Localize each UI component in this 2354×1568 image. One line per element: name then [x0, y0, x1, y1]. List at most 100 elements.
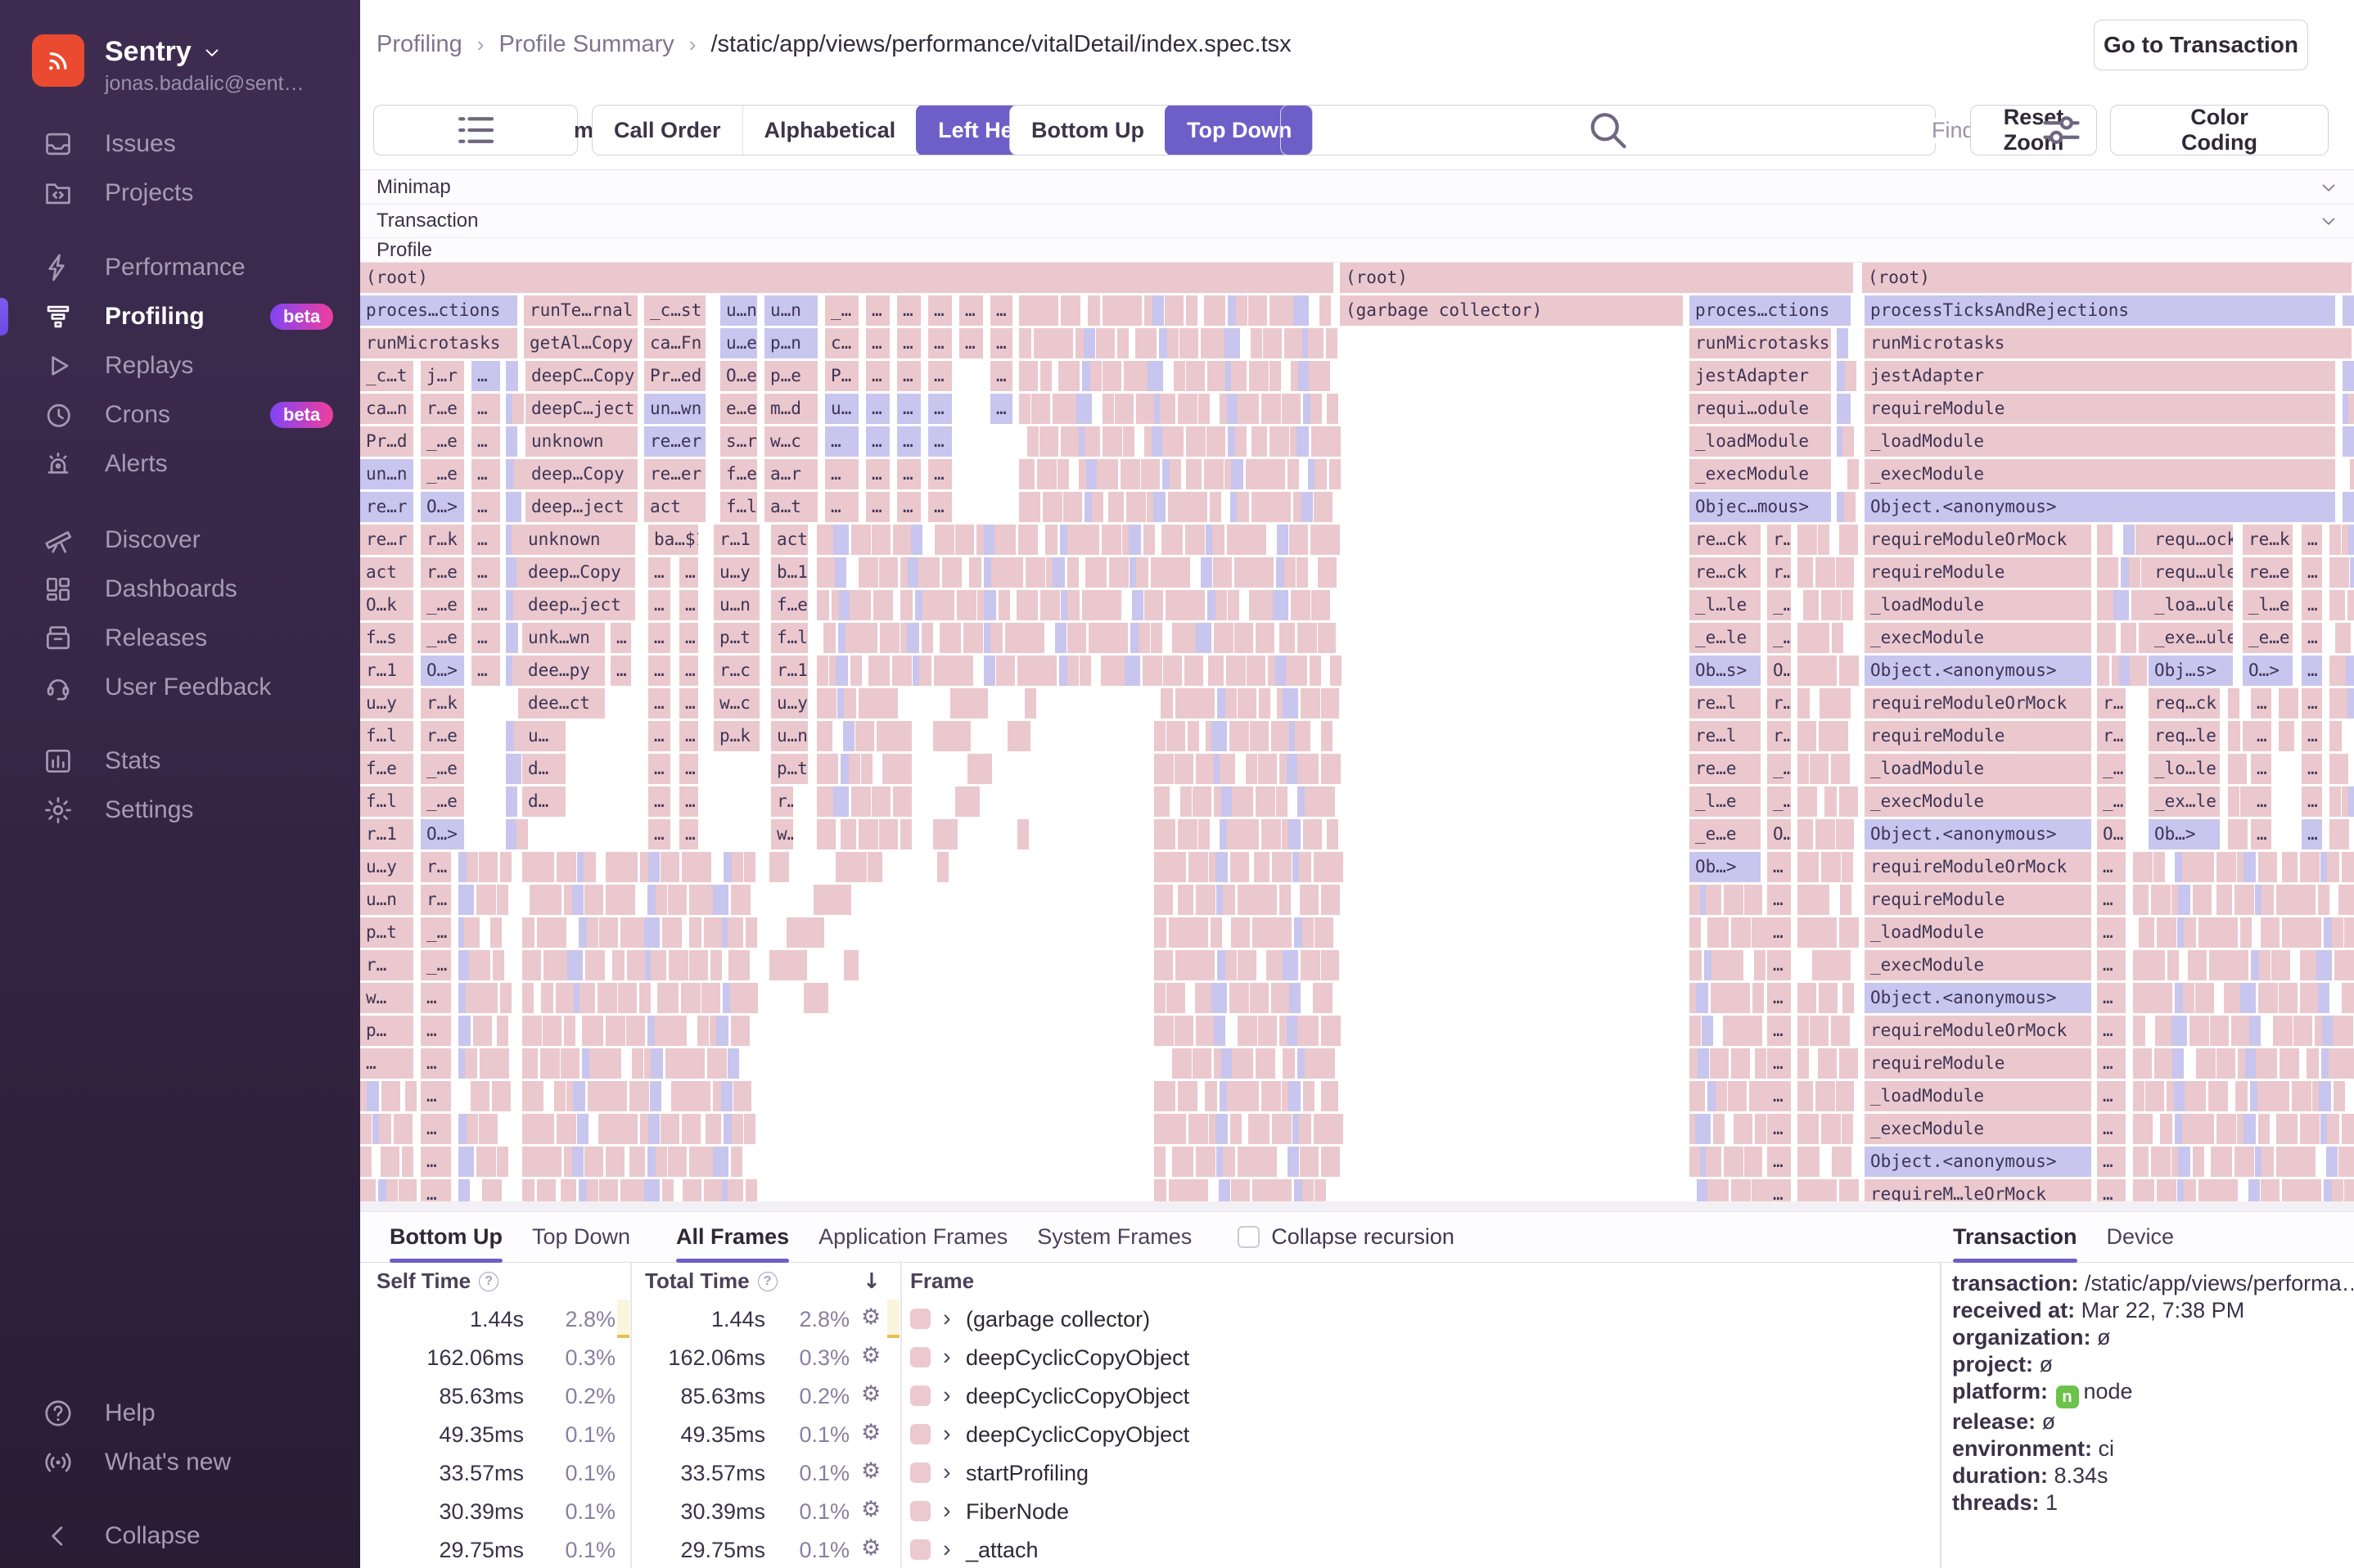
table-row[interactable]: 49.35ms0.1%49.35ms0.1%⚙›deepCyclicCopyOb… [360, 1415, 1940, 1453]
tab-all-frames[interactable]: All Frames [676, 1212, 789, 1263]
flame-frame[interactable]: f…e [771, 590, 808, 620]
flame-frame[interactable]: r…1 [714, 525, 760, 555]
flame-frame[interactable]: … [679, 590, 698, 620]
flame-frame[interactable]: processTicksAndRejections [1865, 295, 2335, 326]
flame-frame[interactable]: … [421, 1179, 451, 1201]
flame-frame[interactable]: re…k [2243, 525, 2293, 555]
flame-frame[interactable]: O… [1767, 819, 1791, 849]
flame-frame[interactable]: _… [1767, 754, 1791, 784]
flame-frame[interactable]: _execModule [1865, 623, 2091, 653]
collapse-recursion-checkbox[interactable] [1238, 1226, 1260, 1248]
flame-frame[interactable]: … [648, 590, 670, 620]
flame-frame[interactable]: dee…py [522, 656, 605, 686]
flame-frame[interactable]: requireModuleOrMock [1865, 852, 2091, 882]
flame-frame[interactable]: … [421, 983, 451, 1013]
flame-frame[interactable]: runMicrotasks [1689, 328, 1831, 358]
flame-frame[interactable]: d… [522, 754, 566, 784]
flame-frame[interactable]: … [679, 754, 698, 784]
flame-frame[interactable]: _… [421, 917, 451, 948]
flame-frame[interactable]: … [648, 819, 670, 849]
flame-frame[interactable]: … [928, 426, 952, 457]
sidebar-item-releases[interactable]: Releases [0, 614, 360, 663]
flame-frame[interactable]: f…l [720, 492, 757, 522]
flame-frame[interactable]: _… [421, 950, 451, 980]
flame-frame[interactable]: r…e [421, 394, 464, 424]
flame-frame[interactable]: _l…e [1689, 786, 1761, 817]
flame-frame[interactable]: … [421, 1147, 451, 1177]
flame-frame[interactable]: … [959, 295, 983, 326]
sidebar-item-stats[interactable]: Stats [0, 737, 360, 786]
flame-frame[interactable]: s…r [720, 426, 757, 457]
flame-frame[interactable]: Object.<anonymous> [1865, 656, 2091, 686]
flame-frame[interactable]: ba…$1 [648, 525, 698, 555]
flame-frame[interactable]: … [959, 328, 983, 358]
section-row-minimap[interactable]: Minimap [360, 170, 2354, 205]
sidebar-item-collapse[interactable]: Collapse [0, 1512, 360, 1561]
flame-frame[interactable]: ca…n [360, 394, 413, 424]
flame-frame[interactable]: O…> [2243, 656, 2293, 686]
flame-frame[interactable]: … [2302, 721, 2322, 751]
flame-frame[interactable]: _c…st [644, 295, 706, 326]
flame-frame[interactable]: _loadModule [1865, 1081, 2091, 1111]
flamegraph-scrollbar[interactable] [360, 1201, 2354, 1212]
gear-icon[interactable]: ⚙ [861, 1420, 881, 1445]
flame-frame[interactable]: requireModule [1865, 557, 2091, 588]
flame-frame[interactable]: r… [421, 885, 451, 915]
flame-frame[interactable]: _loadModule [1865, 917, 2091, 948]
flame-frame[interactable]: … [866, 394, 890, 424]
flame-frame[interactable]: r… [1767, 688, 1791, 719]
org-switcher[interactable]: Sentry [105, 36, 223, 68]
flame-frame[interactable]: Object.<anonymous> [1865, 983, 2091, 1013]
flame-frame[interactable]: … [471, 623, 500, 653]
gear-icon[interactable]: ⚙ [861, 1458, 881, 1484]
breadcrumb-1[interactable]: Profiling [377, 31, 462, 58]
flame-frame[interactable]: u… [522, 721, 566, 751]
table-row[interactable]: 85.63ms0.2%85.63ms0.2%⚙›deepCyclicCopyOb… [360, 1377, 1940, 1415]
flame-frame[interactable]: jestAdapter [1865, 361, 2335, 391]
flame-frame[interactable]: Object.<anonymous> [1865, 492, 2335, 522]
flame-frame[interactable]: (garbage collector) [1340, 295, 1683, 326]
sidebar-item-profiling[interactable]: Profilingbeta [0, 292, 360, 341]
flame-frame[interactable]: un…wn [644, 394, 706, 424]
gear-icon[interactable]: ⚙ [861, 1497, 881, 1522]
flame-frame[interactable]: … [825, 459, 859, 489]
flame-frame[interactable]: f…e [360, 754, 413, 784]
gear-icon[interactable]: ⚙ [861, 1535, 881, 1561]
expand-chevron-icon[interactable]: › [943, 1344, 951, 1371]
flame-frame[interactable]: re…l [1689, 721, 1761, 751]
flame-frame[interactable]: re…ck [1689, 525, 1761, 555]
tab-top-down[interactable]: Top Down [532, 1212, 630, 1263]
flame-frame[interactable]: deep…ject [522, 590, 635, 620]
flame-frame[interactable]: _loadModule [1865, 426, 2335, 457]
flame-frame[interactable]: … [2302, 688, 2322, 719]
flame-frame[interactable]: deep…Copy [522, 557, 635, 588]
flame-frame[interactable]: r…c [714, 656, 760, 686]
tab-application-frames[interactable]: Application Frames [818, 1212, 1008, 1263]
flame-frame[interactable]: … [2302, 786, 2322, 817]
flame-frame[interactable]: getAl…Copy [524, 328, 638, 358]
flame-frame[interactable]: _lo…le [2149, 754, 2220, 784]
flame-frame[interactable]: … [679, 819, 698, 849]
flame-frame[interactable]: unk…wn [522, 623, 605, 653]
go-to-transaction-button[interactable]: Go to Transaction [2094, 20, 2308, 70]
flame-frame[interactable]: _… [2097, 786, 2126, 817]
sort-direction-icon[interactable]: ↓ [863, 1263, 881, 1300]
flame-frame[interactable]: r… [421, 852, 451, 882]
flame-frame[interactable]: _… [1767, 590, 1791, 620]
flame-frame[interactable]: … [611, 656, 631, 686]
flame-frame[interactable]: jestAdapter [1689, 361, 1831, 391]
flame-frame[interactable]: a…r [764, 459, 818, 489]
flame-frame[interactable]: f…e [720, 459, 757, 489]
flame-frame[interactable]: _exe…ule [2149, 623, 2233, 653]
flame-frame[interactable]: p…e [764, 361, 818, 391]
flame-frame[interactable]: … [928, 328, 952, 358]
flame-frame[interactable]: … [1767, 852, 1791, 882]
sidebar-item-help[interactable]: Help [0, 1389, 360, 1438]
flame-frame[interactable]: _…e [421, 590, 464, 620]
flame-frame[interactable]: Ob…> [2149, 819, 2220, 849]
flame-frame[interactable]: w… [360, 983, 413, 1013]
flame-frame[interactable]: r… [2097, 721, 2126, 751]
flame-frame[interactable]: … [897, 459, 921, 489]
flame-frame[interactable]: … [928, 492, 952, 522]
flame-frame[interactable]: proces…ctions [1689, 295, 1851, 326]
